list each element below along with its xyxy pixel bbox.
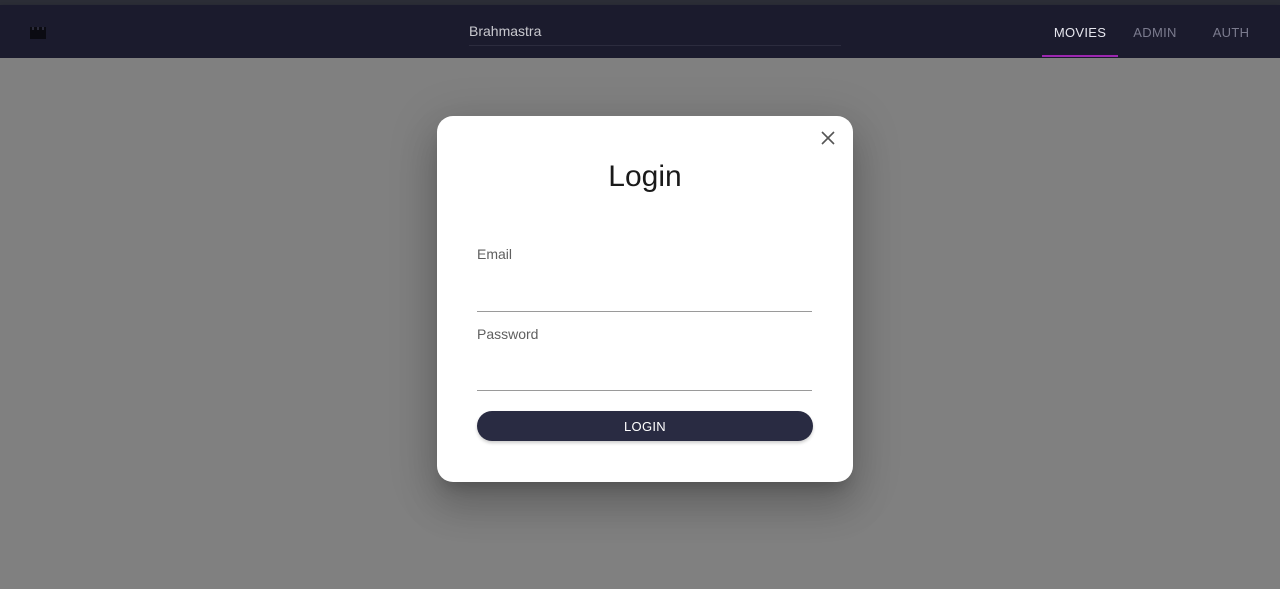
search-field[interactable] — [469, 19, 841, 46]
tab-movies[interactable]: MOVIES — [1042, 10, 1118, 57]
search-input[interactable] — [469, 19, 841, 43]
login-button[interactable]: LOGIN — [477, 411, 813, 441]
close-icon — [821, 130, 835, 150]
tab-admin[interactable]: ADMIN — [1122, 10, 1188, 54]
tab-auth[interactable]: AUTH — [1202, 10, 1260, 54]
film-clapper-icon[interactable] — [30, 26, 46, 39]
password-field[interactable] — [477, 364, 812, 391]
close-button[interactable] — [818, 130, 838, 150]
tab-movies-label: MOVIES — [1053, 24, 1107, 40]
password-label: Password — [477, 326, 539, 342]
tab-auth-label: AUTH — [1212, 24, 1250, 40]
tab-active-indicator — [1042, 55, 1118, 57]
email-label: Email — [477, 246, 513, 262]
dialog-title: Login — [608, 160, 682, 193]
login-dialog: Login Email Password LOGIN — [437, 116, 853, 482]
login-button-label: LOGIN — [624, 418, 666, 434]
tab-admin-label: ADMIN — [1133, 24, 1177, 40]
app-bar: MOVIES ADMIN AUTH — [0, 5, 1280, 58]
email-field[interactable] — [477, 285, 812, 312]
